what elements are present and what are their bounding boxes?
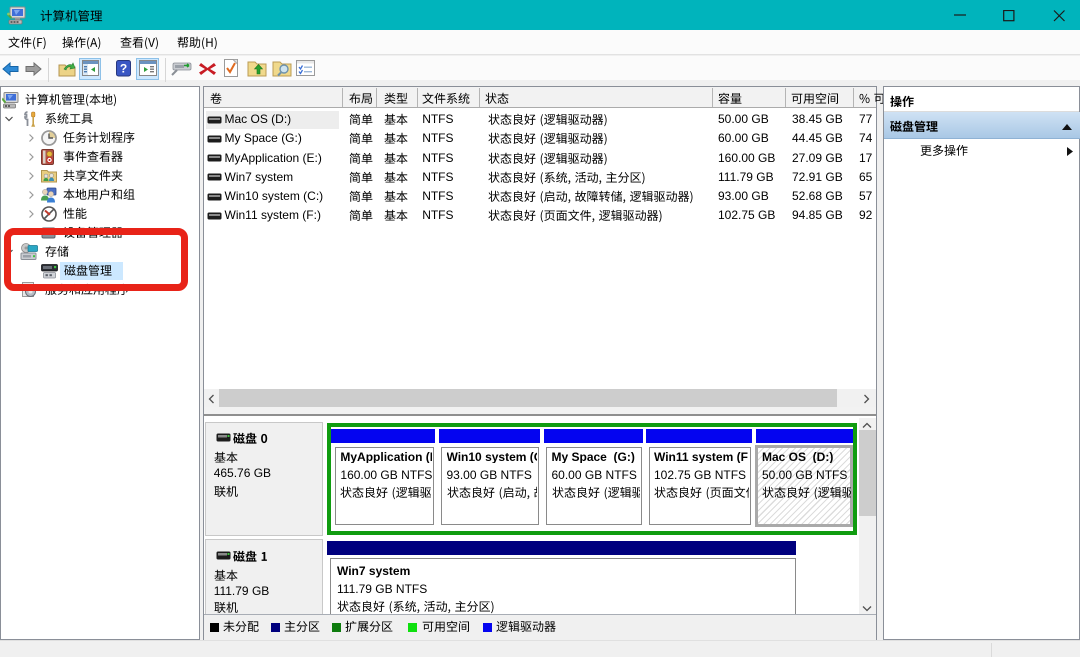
svg-text:?: ? <box>120 62 127 76</box>
